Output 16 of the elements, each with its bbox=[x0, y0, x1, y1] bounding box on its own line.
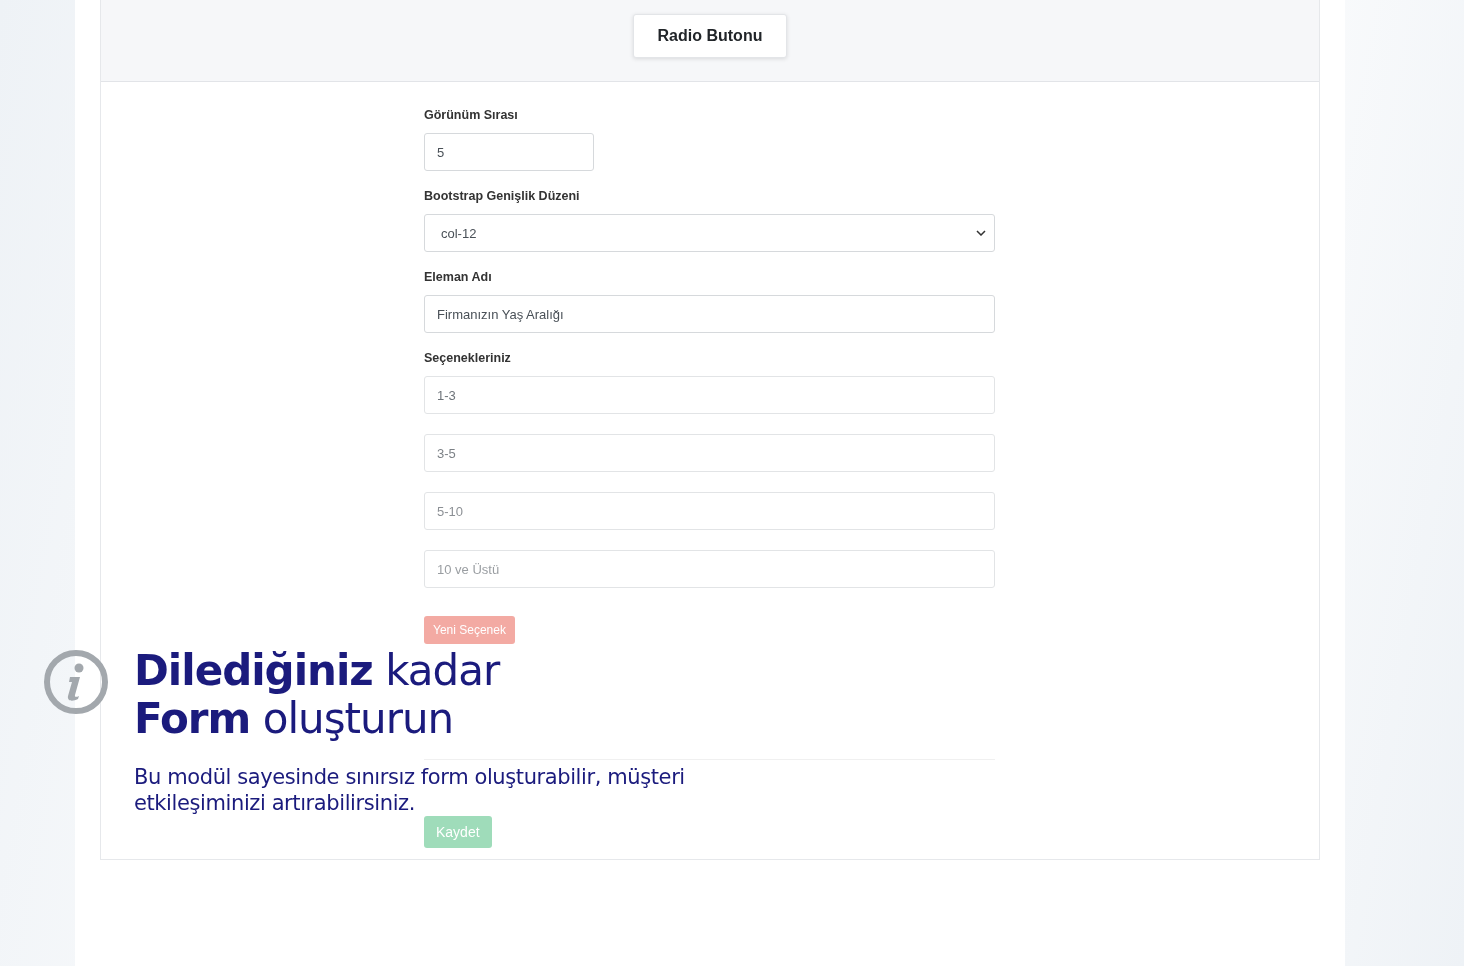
input-field[interactable]: 5 bbox=[424, 133, 594, 171]
field-label: Seçenekleriniz bbox=[424, 351, 512, 367]
option-field[interactable]: 3-5 bbox=[424, 434, 995, 472]
option-field[interactable]: 10 ve Üstü bbox=[424, 550, 995, 588]
input-field[interactable]: Firmanızın Yaş Aralığı bbox=[424, 295, 995, 333]
promo-description: Bu modül sayesinde sınırsız form oluşturabilir, müşteri etkileşiminizi artırabilirsiniz. bbox=[134, 764, 686, 816]
select-field[interactable]: col-12 bbox=[424, 214, 995, 252]
info-icon bbox=[43, 649, 109, 715]
promo-headline: Dilediğiniz kadar Form oluşturun bbox=[134, 647, 500, 743]
chevron-down-icon bbox=[976, 230, 986, 236]
option-field[interactable]: 5-10 bbox=[424, 492, 995, 530]
field-label: Eleman Adı bbox=[424, 270, 493, 286]
field-label: Bootstrap Genişlik Düzeni bbox=[424, 189, 581, 205]
field-label: Görünüm Sırası bbox=[424, 108, 519, 124]
option-field[interactable]: 1-3 bbox=[424, 376, 995, 414]
tab[interactable]: Radio Butonu bbox=[632, 14, 788, 58]
